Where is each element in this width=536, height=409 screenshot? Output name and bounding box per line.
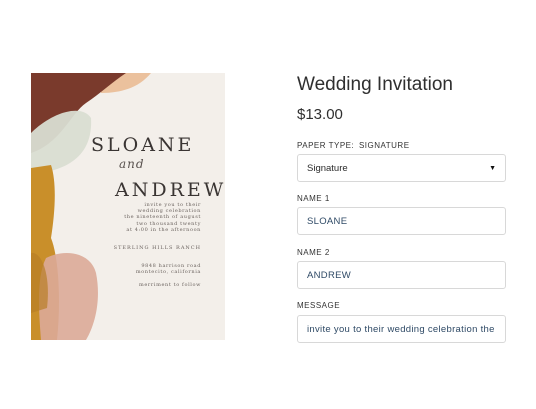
card-venue: STERLING HILLS RANCH [113,245,201,251]
message-field-wrapper [297,315,506,343]
message-label: MESSAGE [297,301,341,310]
card-and: and [119,157,145,171]
product-price: $13.00 [297,106,343,123]
name-2-input[interactable] [307,262,496,288]
card-name-2: ANDREW [115,179,225,201]
name-1-field-wrapper [297,207,506,235]
product-title: Wedding Invitation [297,74,453,95]
name-2-field-wrapper [297,261,506,289]
name-1-input[interactable] [307,208,496,234]
message-input[interactable] [307,316,496,342]
card-name-1: SLOANE [91,134,195,156]
paper-type-selected-label: SIGNATURE [358,141,410,150]
card-follow: merriment to follow [139,282,201,288]
paper-type-label: PAPER TYPE: SIGNATURE [297,141,410,150]
paper-type-select[interactable]: Signature ▼ [297,154,506,182]
invitation-preview-image[interactable]: SLOANE and ANDREW invite you to their we… [31,73,225,340]
caret-down-icon: ▼ [489,164,496,172]
name-2-label: NAME 2 [297,248,330,257]
card-address: 9848 harrison road montecito, california [135,263,201,276]
name-1-label: NAME 1 [297,194,330,203]
card-invite-text: invite you to their wedding celebration … [124,202,201,233]
paper-type-value: Signature [307,162,348,174]
